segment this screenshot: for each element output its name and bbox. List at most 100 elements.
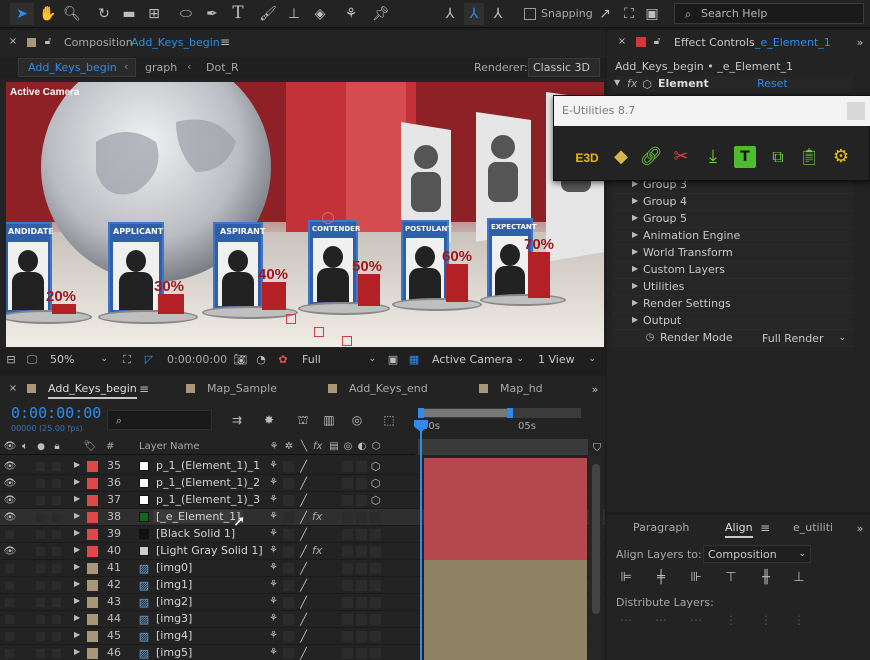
- local-axis-icon[interactable]: ⅄: [440, 4, 460, 24]
- solo-toggle[interactable]: [36, 462, 45, 471]
- motion-blur-switch[interactable]: [342, 512, 353, 523]
- layer-name[interactable]: [img2]: [156, 595, 192, 608]
- visibility-toggle[interactable]: [5, 649, 14, 658]
- effect-row-element[interactable]: ▼ fx ⬡ Element Reset: [612, 76, 853, 93]
- comp-button-icon[interactable]: ⛉: [591, 439, 603, 455]
- table-row[interactable]: 👁︎ ▶ 40 [Light Gray Solid 1] ⚘ ╱ fx: [0, 543, 605, 560]
- layer-handle[interactable]: [286, 314, 296, 324]
- quality-switch-icon[interactable]: ╱: [297, 544, 310, 558]
- layer-duration-bar[interactable]: [424, 628, 587, 645]
- table-row[interactable]: 👁︎ ▶ 37 p_1_(Element_1)_3 ⚘ ╱ ⬡: [0, 492, 605, 509]
- visibility-toggle[interactable]: [5, 632, 14, 641]
- 3d-layer-icon[interactable]: ⬡: [369, 476, 382, 490]
- e-utilities-titlebar[interactable]: E-Utilities 8.7: [554, 96, 870, 126]
- expand-triangle-icon[interactable]: ▶: [74, 460, 80, 469]
- lock-icon[interactable]: 🔓︎: [42, 36, 54, 48]
- workspace-menu-icon[interactable]: ▣: [642, 4, 662, 24]
- effect-row-custom-layers[interactable]: ▶ Custom Layers: [612, 262, 853, 279]
- shy-switch-icon[interactable]: ⚘: [267, 578, 280, 592]
- layer-name[interactable]: [img3]: [156, 612, 192, 625]
- adjustment-switch[interactable]: [356, 529, 367, 540]
- solo-toggle[interactable]: [36, 649, 45, 658]
- lock-toggle[interactable]: [52, 581, 61, 590]
- link-icon[interactable]: 🔗︎: [640, 146, 663, 168]
- frame-blending-icon[interactable]: ▥: [320, 412, 338, 428]
- expand-triangle-icon[interactable]: ▶: [74, 630, 80, 639]
- lock-toggle[interactable]: [52, 479, 61, 488]
- composition-viewer[interactable]: Active Camera ANDIDATE 20% APPLICANT 30%…: [6, 82, 604, 347]
- label-color-swatch[interactable]: [87, 461, 98, 472]
- effect-row-group-5[interactable]: ▶ Group 5: [612, 211, 853, 228]
- visibility-toggle[interactable]: [5, 530, 14, 539]
- snapshot-icon[interactable]: 📷︎: [232, 352, 248, 366]
- snap-options-icon[interactable]: ↗: [596, 4, 614, 24]
- render-mode-dropdown[interactable]: Full Render ⌄: [758, 330, 850, 346]
- panel-overflow-icon[interactable]: »: [853, 36, 867, 48]
- expand-triangle-icon[interactable]: ▶: [74, 579, 80, 588]
- timeline-scrollbar[interactable]: [589, 456, 603, 660]
- show-snapshot-icon[interactable]: ◔: [254, 352, 268, 366]
- tab-add-keys-begin[interactable]: Add_Keys_begin: [48, 382, 137, 399]
- quality-switch-icon[interactable]: ╱: [297, 459, 310, 473]
- quality-switch-icon[interactable]: ╱: [297, 646, 310, 660]
- clone-stamp-tool-icon[interactable]: ⊥: [284, 4, 304, 24]
- table-row[interactable]: ▶ 43 ▨ [img2] ⚘ ╱: [0, 594, 605, 611]
- e3d-icon[interactable]: E3D: [574, 148, 600, 168]
- expand-triangle-icon[interactable]: ▶: [74, 562, 80, 571]
- motion-blur-switch[interactable]: [342, 614, 353, 625]
- 3d-layer-switch[interactable]: [370, 512, 381, 523]
- snapping-checkbox[interactable]: [524, 8, 536, 20]
- table-row[interactable]: 👁︎ ▶ 36 p_1_(Element_1)_2 ⚘ ╱ ⬡: [0, 475, 605, 492]
- lock-toggle[interactable]: [52, 496, 61, 505]
- table-row[interactable]: ▶ 39 [Black Solid 1] ⚘ ╱: [0, 526, 605, 543]
- playhead[interactable]: [420, 420, 422, 660]
- time-navigator[interactable]: [418, 439, 588, 455]
- 3d-layer-switch[interactable]: [370, 648, 381, 659]
- renderer-dropdown[interactable]: Classic 3D: [528, 58, 600, 77]
- table-row[interactable]: ▶ 44 ▨ [img3] ⚘ ╱: [0, 611, 605, 628]
- expand-triangle-icon[interactable]: ▶: [632, 247, 638, 256]
- collapse-switch[interactable]: [283, 512, 294, 523]
- label-color-swatch[interactable]: [87, 614, 98, 625]
- table-row[interactable]: ▶ 42 ▨ [img1] ⚘ ╱: [0, 577, 605, 594]
- eraser-tool-icon[interactable]: ◈: [310, 4, 330, 24]
- shy-switch-icon[interactable]: ⚘: [267, 459, 280, 473]
- workspace-icon[interactable]: ⛶: [620, 4, 638, 24]
- expand-triangle-icon[interactable]: ▶: [74, 647, 80, 656]
- layer-duration-bar[interactable]: [424, 458, 587, 475]
- gear-icon[interactable]: ⚙: [830, 146, 852, 168]
- layer-search-input[interactable]: ⌕: [107, 410, 212, 430]
- quality-switch-icon[interactable]: ╱: [297, 578, 310, 592]
- view-axis-icon[interactable]: ⅄: [488, 4, 508, 24]
- label-color-swatch[interactable]: [87, 495, 98, 506]
- effect-row-group-4[interactable]: ▶ Group 4: [612, 194, 853, 211]
- viewer-timecode[interactable]: 0:00:00:00: [167, 353, 227, 366]
- effect-controls-layer[interactable]: _e_Element_1: [755, 36, 831, 49]
- effect-row-output[interactable]: ▶ Output: [612, 313, 853, 330]
- unlink-icon[interactable]: ✂: [670, 146, 692, 168]
- adjustment-switch[interactable]: [356, 614, 367, 625]
- brush-tool-icon[interactable]: 🖌︎: [258, 4, 278, 24]
- eye-icon[interactable]: 👁︎: [4, 545, 17, 558]
- quality-switch-icon[interactable]: ╱: [297, 510, 310, 524]
- layer-name[interactable]: [img4]: [156, 629, 192, 642]
- fx-label[interactable]: fx: [627, 77, 637, 90]
- collapse-switch[interactable]: [283, 495, 294, 506]
- expand-triangle-icon[interactable]: ▶: [74, 477, 80, 486]
- adjustment-switch[interactable]: [356, 631, 367, 642]
- ellipse-tool-icon[interactable]: ⬭: [176, 4, 196, 24]
- align-left-icon[interactable]: ⊫: [617, 568, 635, 586]
- expand-triangle-icon[interactable]: ▶: [632, 264, 638, 273]
- transparency-grid-icon[interactable]: ▦: [406, 352, 422, 366]
- motion-blur-switch[interactable]: [342, 461, 353, 472]
- effect-row-render-settings[interactable]: ▶ Render Settings: [612, 296, 853, 313]
- composition-title-name[interactable]: Add_Keys_begin: [131, 36, 220, 49]
- safe-margins-icon[interactable]: ⛶: [120, 352, 134, 366]
- tab-e-utilities[interactable]: e_utiliti: [793, 521, 833, 534]
- motion-blur-switch[interactable]: [342, 546, 353, 557]
- 3d-layer-switch[interactable]: [370, 597, 381, 608]
- effect-row-world-transform[interactable]: ▶ World Transform: [612, 245, 853, 262]
- quality-switch-icon[interactable]: ╱: [297, 493, 310, 507]
- element-select-icon[interactable]: ⧉: [766, 146, 790, 168]
- quality-switch-icon[interactable]: ╱: [297, 629, 310, 643]
